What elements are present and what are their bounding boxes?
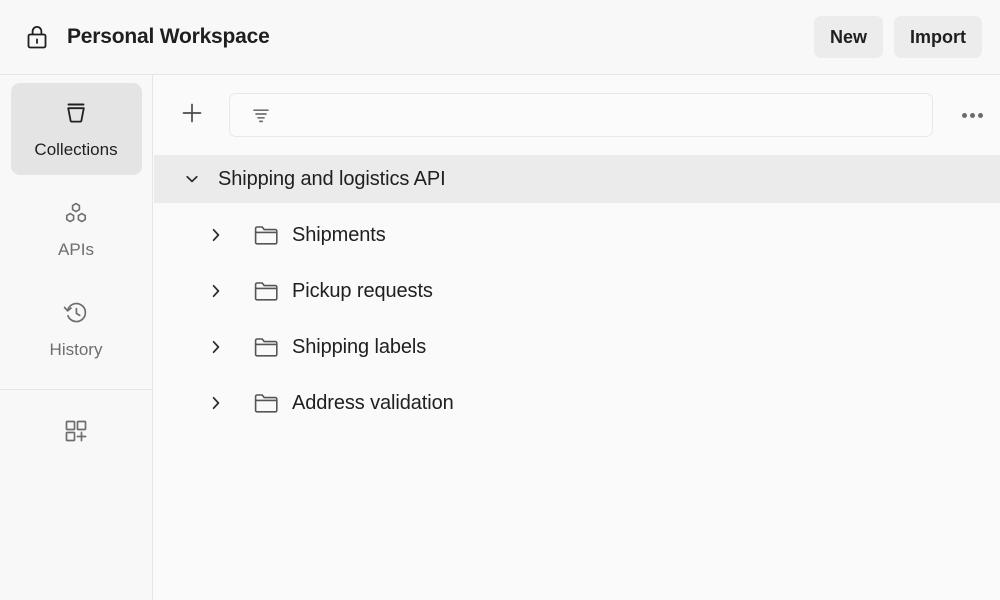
search-filter-box[interactable] <box>229 93 933 137</box>
folder-icon <box>253 335 279 359</box>
ellipsis-icon <box>962 113 967 118</box>
workspace-header: Personal Workspace New Import <box>0 0 1000 75</box>
history-clock-icon <box>61 298 91 333</box>
app-root: Personal Workspace New Import Collection… <box>0 0 1000 600</box>
chevron-down-icon[interactable] <box>180 167 204 191</box>
tree-row-collection[interactable]: Shipping and logistics API <box>154 155 1000 203</box>
workspace-title: Personal Workspace <box>67 25 270 49</box>
chevron-right-icon[interactable] <box>204 335 228 359</box>
sidebar-item-label: History <box>50 340 103 360</box>
tree-spacer <box>154 203 1000 211</box>
folder-name: Shipments <box>292 224 386 247</box>
folder-name: Address validation <box>292 392 454 415</box>
add-collection-button[interactable] <box>173 96 211 134</box>
folder-icon <box>253 223 279 247</box>
import-button[interactable]: Import <box>894 16 982 58</box>
new-button[interactable]: New <box>814 16 883 58</box>
ellipsis-icon <box>970 113 975 118</box>
ellipsis-icon <box>978 113 983 118</box>
sidebar-item-collections[interactable]: Collections <box>11 83 142 175</box>
header-actions: New Import <box>814 16 982 58</box>
tree-row-folder[interactable]: Shipping labels <box>154 323 1000 371</box>
filter-icon <box>250 104 272 126</box>
tree-row-folder[interactable]: Shipments <box>154 211 1000 259</box>
folder-name: Pickup requests <box>292 280 433 303</box>
folder-icon <box>253 391 279 415</box>
plus-icon <box>179 100 205 131</box>
tree-spacer <box>154 315 1000 323</box>
lock-icon <box>24 23 50 51</box>
apis-hexagons-icon <box>61 198 91 233</box>
tree-spacer <box>154 259 1000 267</box>
more-options-button[interactable] <box>955 98 989 132</box>
chevron-right-icon[interactable] <box>204 279 228 303</box>
sidebar-item-apis[interactable]: APIs <box>11 183 142 275</box>
folder-name: Shipping labels <box>292 336 426 359</box>
left-sidebar: Collections APIs History <box>0 75 153 600</box>
sidebar-item-label: APIs <box>58 240 94 260</box>
sidebar-item-label: Collections <box>34 140 117 160</box>
add-apps-grid-icon <box>61 416 91 451</box>
tree-row-folder[interactable]: Pickup requests <box>154 267 1000 315</box>
search-input[interactable] <box>284 106 920 124</box>
sidebar-item-history[interactable]: History <box>11 283 142 375</box>
tree-row-folder[interactable]: Address validation <box>154 379 1000 427</box>
chevron-right-icon[interactable] <box>204 223 228 247</box>
sidebar-item-add-apps[interactable] <box>11 404 142 462</box>
collections-bucket-icon <box>61 98 91 133</box>
sidebar-divider <box>0 389 153 390</box>
tree-spacer <box>154 371 1000 379</box>
folder-icon <box>253 279 279 303</box>
collections-tree: Shipping and logistics API Shipments <box>154 155 1000 600</box>
collections-toolbar <box>154 75 1000 155</box>
collection-name: Shipping and logistics API <box>218 168 446 191</box>
chevron-right-icon[interactable] <box>204 391 228 415</box>
